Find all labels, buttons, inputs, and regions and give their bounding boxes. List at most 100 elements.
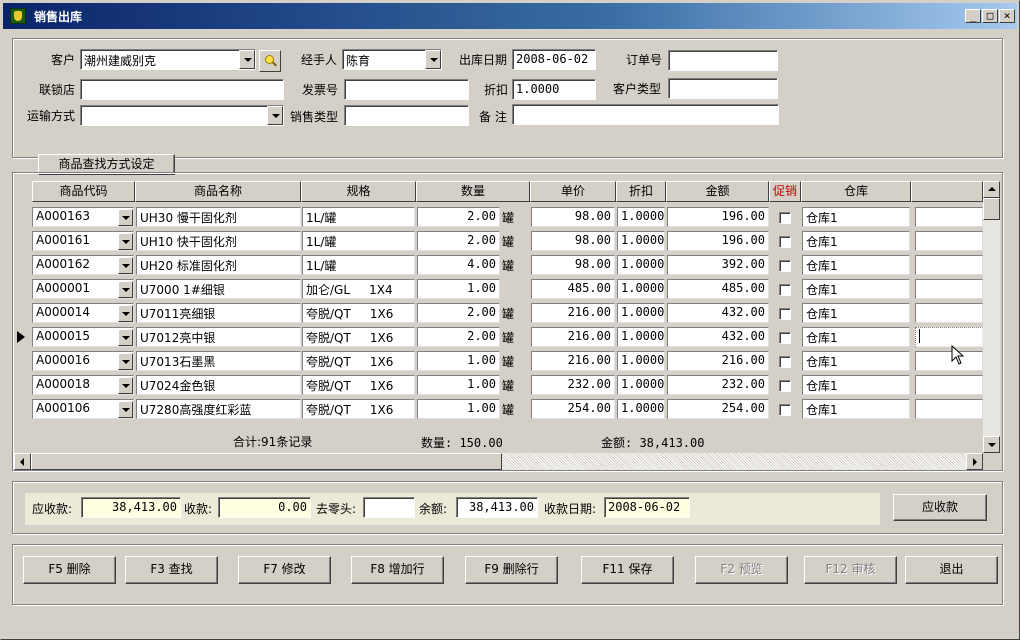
warehouse-cell[interactable]: 仓库1: [802, 351, 910, 371]
out-date-field[interactable]: 2008-06-02: [512, 49, 596, 70]
unit-price-cell[interactable]: 254.00: [531, 399, 615, 419]
column-header-discount[interactable]: 折扣: [616, 181, 666, 202]
product-name-cell[interactable]: UH20 标准固化剂: [136, 255, 301, 275]
spec-cell[interactable]: 加仑/GL 1X4: [302, 279, 415, 299]
table-row[interactable]: A000106 U7280高强度红彩蓝 夸脱/QT 1X6 1.00 罐 254.00 1.…: [1, 397, 1020, 421]
quantity-cell[interactable]: 1.00: [417, 351, 500, 371]
chevron-down-icon[interactable]: [267, 106, 283, 125]
promo-checkbox[interactable]: [779, 308, 791, 320]
vertical-scrollbar[interactable]: [983, 181, 1000, 453]
discount-cell[interactable]: 1.0000: [617, 255, 665, 275]
quantity-cell[interactable]: 2.00: [417, 303, 500, 323]
warehouse-cell[interactable]: 仓库1: [802, 375, 910, 395]
shipping-combobox[interactable]: [80, 105, 284, 126]
product-code-cell[interactable]: A000106: [32, 399, 134, 419]
add-row-button[interactable]: F8 增加行: [351, 556, 444, 584]
scroll-down-icon[interactable]: [983, 436, 1000, 453]
discount-cell[interactable]: 1.0000: [617, 231, 665, 251]
product-name-cell[interactable]: U7280高强度红彩蓝: [136, 399, 301, 419]
unit-price-cell[interactable]: 232.00: [531, 375, 615, 395]
scroll-up-icon[interactable]: [983, 181, 1000, 198]
amount-cell[interactable]: 196.00: [667, 207, 769, 227]
extra-cell[interactable]: [915, 375, 983, 395]
exit-button[interactable]: 退出: [905, 556, 998, 584]
promo-checkbox[interactable]: [779, 332, 791, 344]
spec-cell[interactable]: 夸脱/QT 1X6: [302, 351, 415, 371]
customer-combobox[interactable]: 潮州建威别克: [80, 49, 256, 70]
minimize-button[interactable]: _: [965, 9, 981, 23]
rounding-field[interactable]: [363, 497, 415, 518]
product-name-cell[interactable]: U7012亮中银: [136, 327, 301, 347]
discount-field[interactable]: 1.0000: [512, 79, 596, 100]
quantity-cell[interactable]: 1.00: [417, 375, 500, 395]
unit-price-cell[interactable]: 98.00: [531, 255, 615, 275]
delete-button[interactable]: F5 删除: [23, 556, 116, 584]
product-code-cell[interactable]: A000014: [32, 303, 134, 323]
receivable-button[interactable]: 应收款: [893, 494, 987, 521]
chevron-down-icon[interactable]: [118, 209, 133, 226]
discount-cell[interactable]: 1.0000: [617, 207, 665, 227]
column-header-spec[interactable]: 规格: [301, 181, 416, 202]
remark-field[interactable]: [512, 104, 779, 125]
product-name-cell[interactable]: U7000 1#细银: [136, 279, 301, 299]
discount-cell[interactable]: 1.0000: [617, 351, 665, 371]
extra-cell[interactable]: [915, 207, 983, 227]
product-code-cell[interactable]: A000162: [32, 255, 134, 275]
extra-cell[interactable]: [915, 351, 983, 371]
chevron-down-icon[interactable]: [118, 305, 133, 322]
product-code-cell[interactable]: A000163: [32, 207, 134, 227]
quantity-cell[interactable]: 1.00: [417, 279, 500, 299]
discount-cell[interactable]: 1.0000: [617, 303, 665, 323]
spec-cell[interactable]: 1L/罐: [302, 207, 415, 227]
amount-cell[interactable]: 254.00: [667, 399, 769, 419]
discount-cell[interactable]: 1.0000: [617, 279, 665, 299]
spec-cell[interactable]: 1L/罐: [302, 231, 415, 251]
table-row[interactable]: A000014 U7011亮细银 夸脱/QT 1X6 2.00 罐 216.00 1.000…: [1, 301, 1020, 325]
warehouse-cell[interactable]: 仓库1: [802, 303, 910, 323]
column-header-extra[interactable]: [911, 181, 983, 202]
quantity-cell[interactable]: 2.00: [417, 327, 500, 347]
chevron-down-icon[interactable]: [118, 401, 133, 418]
extra-cell[interactable]: [915, 279, 983, 299]
product-name-cell[interactable]: U7011亮细银: [136, 303, 301, 323]
product-code-cell[interactable]: A000161: [32, 231, 134, 251]
column-header-code[interactable]: 商品代码: [32, 181, 135, 202]
column-header-warehouse[interactable]: 仓库: [801, 181, 911, 202]
promo-checkbox[interactable]: [779, 212, 791, 224]
promo-checkbox[interactable]: [779, 380, 791, 392]
spec-cell[interactable]: 夸脱/QT 1X6: [302, 327, 415, 347]
discount-cell[interactable]: 1.0000: [617, 375, 665, 395]
maximize-button[interactable]: □: [982, 9, 998, 23]
column-header-price[interactable]: 单价: [530, 181, 616, 202]
chevron-down-icon[interactable]: [118, 257, 133, 274]
amount-cell[interactable]: 392.00: [667, 255, 769, 275]
vertical-scroll-thumb[interactable]: [983, 198, 1000, 220]
customer-type-field[interactable]: [668, 78, 778, 99]
product-name-cell[interactable]: UH30 慢干固化剂: [136, 207, 301, 227]
table-row[interactable]: A000161 UH10 快干固化剂 1L/罐 2.00 罐 98.00 1.0000 196…: [1, 229, 1020, 253]
close-button[interactable]: ×: [999, 9, 1015, 23]
promo-checkbox[interactable]: [779, 404, 791, 416]
promo-checkbox[interactable]: [779, 236, 791, 248]
warehouse-cell[interactable]: 仓库1: [802, 207, 910, 227]
discount-cell[interactable]: 1.0000: [617, 399, 665, 419]
delete-row-button[interactable]: F9 删除行: [465, 556, 558, 584]
unit-price-cell[interactable]: 98.00: [531, 207, 615, 227]
amount-cell[interactable]: 485.00: [667, 279, 769, 299]
spec-cell[interactable]: 夸脱/QT 1X6: [302, 303, 415, 323]
quantity-cell[interactable]: 1.00: [417, 399, 500, 419]
horizontal-scrollbar[interactable]: [14, 453, 983, 470]
order-no-field[interactable]: [668, 50, 778, 71]
table-row[interactable]: A000018 U7024金色银 夸脱/QT 1X6 1.00 罐 232.00 1.000…: [1, 373, 1020, 397]
extra-cell[interactable]: [915, 231, 983, 251]
preview-button[interactable]: F2 预览: [695, 556, 788, 584]
horizontal-scroll-thumb[interactable]: [31, 453, 502, 470]
unit-price-cell[interactable]: 216.00: [531, 351, 615, 371]
chain-store-field[interactable]: [80, 79, 284, 100]
amount-cell[interactable]: 432.00: [667, 327, 769, 347]
product-name-cell[interactable]: U7013石墨黑: [136, 351, 301, 371]
table-row[interactable]: A000016 U7013石墨黑 夸脱/QT 1X6 1.00 罐 216.00 1.000…: [1, 349, 1020, 373]
warehouse-cell[interactable]: 仓库1: [802, 255, 910, 275]
table-row[interactable]: A000163 UH30 慢干固化剂 1L/罐 2.00 罐 98.00 1.0000 196…: [1, 205, 1020, 229]
unit-price-cell[interactable]: 98.00: [531, 231, 615, 251]
